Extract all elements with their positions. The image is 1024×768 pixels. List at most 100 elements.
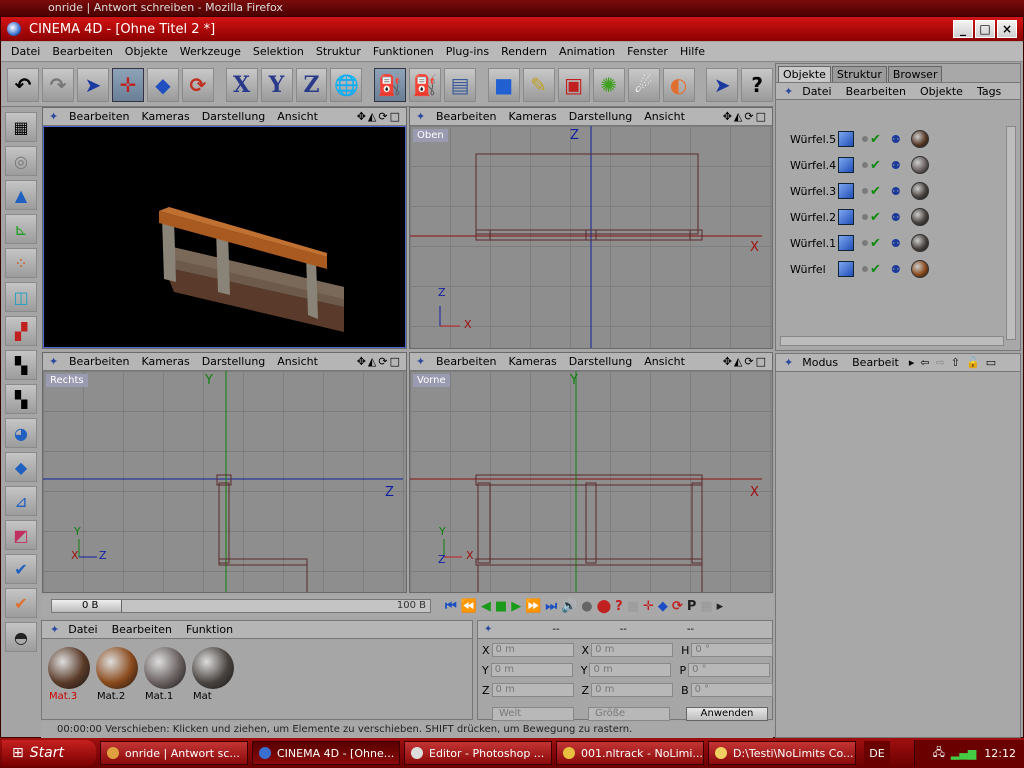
axis-mode-icon[interactable]: ▲: [5, 180, 37, 210]
attr-more-icon[interactable]: ▸: [906, 356, 918, 369]
viewport-pin-icon[interactable]: ✦: [416, 355, 430, 368]
cube-primitive-icon[interactable]: ■: [487, 67, 520, 102]
tab-struktur[interactable]: Struktur: [831, 66, 887, 82]
visibility-dot-icon[interactable]: [862, 214, 868, 220]
tab-objekte[interactable]: Objekte: [778, 66, 831, 82]
texture-axis-icon[interactable]: ▚: [5, 384, 37, 414]
obj-menu-tags[interactable]: Tags: [970, 85, 1008, 98]
menu-struktur[interactable]: Struktur: [310, 45, 367, 58]
apply-button[interactable]: Anwenden: [686, 707, 768, 721]
timeline-current-frame[interactable]: 0 B: [52, 600, 122, 612]
vp-menu-ansicht[interactable]: Ansicht: [638, 355, 691, 368]
taskbar-item-cinema4d[interactable]: CINEMA 4D - [Ohne...: [252, 741, 400, 765]
goto-start-icon[interactable]: ⏮: [443, 599, 459, 614]
object-row[interactable]: Würfel.3 ✔ ⚉: [790, 180, 1010, 202]
visibility-dot-icon[interactable]: [862, 188, 868, 194]
taskbar-item-firefox[interactable]: onride | Antwort sc...: [100, 741, 248, 765]
enabled-check-icon[interactable]: ✔: [870, 132, 881, 147]
redo-icon[interactable]: ↷: [41, 67, 74, 102]
object-axis-icon[interactable]: ⊾: [5, 214, 37, 244]
vp-menu-darstellung[interactable]: Darstellung: [196, 355, 272, 368]
material-tag-icon[interactable]: [910, 260, 929, 278]
mat-menu-funktion[interactable]: Funktion: [179, 623, 240, 636]
texture-tag-icon[interactable]: ⚉: [891, 237, 907, 250]
render-view-icon[interactable]: ⛽: [374, 67, 407, 102]
vp-menu-kameras[interactable]: Kameras: [135, 110, 195, 123]
position-x-field[interactable]: 0 m: [491, 643, 574, 657]
object-vscrollbar[interactable]: [1006, 126, 1016, 340]
rotation-h-field[interactable]: 0 °: [691, 643, 774, 657]
enabled-check-icon[interactable]: ✔: [870, 210, 881, 225]
obj-menu-bearbeiten[interactable]: Bearbeiten: [839, 85, 913, 98]
spline-icon[interactable]: ✎: [522, 67, 555, 102]
enabled-check-icon[interactable]: ✔: [870, 158, 881, 173]
next-key-icon[interactable]: ⏩: [523, 599, 543, 614]
vp-menu-bearbeiten[interactable]: Bearbeiten: [63, 110, 135, 123]
texture-tag-icon[interactable]: ⚉: [891, 159, 907, 172]
menu-objekte[interactable]: Objekte: [119, 45, 174, 58]
obj-menu-objekte[interactable]: Objekte: [913, 85, 970, 98]
material-tag-icon[interactable]: [910, 156, 929, 174]
material-swatch[interactable]: Mat.1: [142, 645, 188, 703]
viewport-pin-icon[interactable]: ✦: [49, 355, 63, 368]
rotation-b-field[interactable]: 0 °: [690, 683, 773, 697]
size-x-field[interactable]: 0 m: [591, 643, 674, 657]
select-arrow-icon[interactable]: ➤: [76, 67, 109, 102]
viewport-nav-icons[interactable]: ✥◭⟳□: [357, 355, 406, 368]
vp-menu-bearbeiten[interactable]: Bearbeiten: [63, 355, 135, 368]
material-swatch[interactable]: Mat.3: [46, 645, 92, 703]
object-check-icon[interactable]: ✔: [5, 588, 37, 618]
menu-rendern[interactable]: Rendern: [495, 45, 553, 58]
vp-menu-kameras[interactable]: Kameras: [135, 355, 195, 368]
object-row[interactable]: Würfel.4 ✔ ⚉: [790, 154, 1010, 176]
stop-icon[interactable]: ■: [493, 599, 509, 614]
language-indicator[interactable]: DE: [864, 741, 890, 765]
viewport-pin-icon[interactable]: ✦: [416, 110, 430, 123]
vp-menu-kameras[interactable]: Kameras: [502, 355, 562, 368]
timeline-slider[interactable]: 0 B 100 B: [51, 599, 431, 613]
taskbar-item-photoshop[interactable]: Editor - Photoshop ...: [404, 741, 552, 765]
close-button[interactable]: ×: [997, 20, 1017, 38]
size-mode-dropdown[interactable]: Größe: [588, 707, 670, 721]
texture-tag-icon[interactable]: ⚉: [891, 211, 907, 224]
viewport-pin-icon[interactable]: ✦: [49, 110, 63, 123]
vp-menu-bearbeiten[interactable]: Bearbeiten: [430, 110, 502, 123]
enabled-check-icon[interactable]: ✔: [870, 236, 881, 251]
network-icon[interactable]: 🖧: [933, 744, 945, 763]
vp-menu-ansicht[interactable]: Ansicht: [271, 110, 324, 123]
attr-menu-bearbeit[interactable]: Bearbeit: [845, 356, 906, 369]
menu-werkzeuge[interactable]: Werkzeuge: [174, 45, 247, 58]
render-picture-viewer-icon[interactable]: ⛽: [409, 67, 442, 102]
object-row[interactable]: Würfel.5 ✔ ⚉: [790, 128, 1010, 150]
attr-menu-modus[interactable]: Modus: [795, 356, 845, 369]
material-swatch[interactable]: Mat: [190, 645, 236, 703]
workplane-icon[interactable]: ◩: [5, 520, 37, 550]
texture-tag-icon[interactable]: ⚉: [891, 263, 907, 276]
attr-forward-icon[interactable]: ⇨: [933, 356, 948, 369]
render-settings-icon[interactable]: ▤: [444, 67, 477, 102]
prev-key-icon[interactable]: ⏪: [459, 599, 479, 614]
polygons-mode-icon[interactable]: ▞: [5, 316, 37, 346]
start-button[interactable]: ⊞ Start: [2, 740, 96, 766]
material-pin-icon[interactable]: ✦: [48, 623, 61, 636]
attr-up-icon[interactable]: ⇧: [948, 356, 963, 369]
timeline-menu-icon[interactable]: ▸: [715, 599, 726, 614]
vp-menu-bearbeiten[interactable]: Bearbeiten: [430, 355, 502, 368]
edit-render-icon[interactable]: ✔: [5, 554, 37, 584]
undo-icon[interactable]: ↶: [7, 67, 39, 102]
object-mode-icon[interactable]: ◎: [5, 146, 37, 176]
signal-icon[interactable]: ▂▄▆: [951, 747, 976, 760]
viewport-right[interactable]: ✦ Bearbeiten Kameras Darstellung Ansicht…: [42, 352, 407, 593]
attr-back-icon[interactable]: ⇦: [917, 356, 932, 369]
model-mode-icon[interactable]: ▦: [5, 112, 37, 142]
attr-lock-icon[interactable]: 🔓: [963, 356, 983, 369]
visibility-dot-icon[interactable]: [862, 136, 868, 142]
obj-menu-datei[interactable]: Datei: [795, 85, 838, 98]
menu-selektion[interactable]: Selektion: [247, 45, 310, 58]
inverse-kinematics-icon[interactable]: ◆: [5, 452, 37, 482]
mat-menu-bearbeiten[interactable]: Bearbeiten: [105, 623, 179, 636]
play-back-icon[interactable]: ◀: [479, 599, 493, 614]
vp-menu-ansicht[interactable]: Ansicht: [271, 355, 324, 368]
y-axis-lock-icon[interactable]: Y: [260, 67, 293, 102]
key-position-icon[interactable]: ✛: [641, 599, 656, 614]
